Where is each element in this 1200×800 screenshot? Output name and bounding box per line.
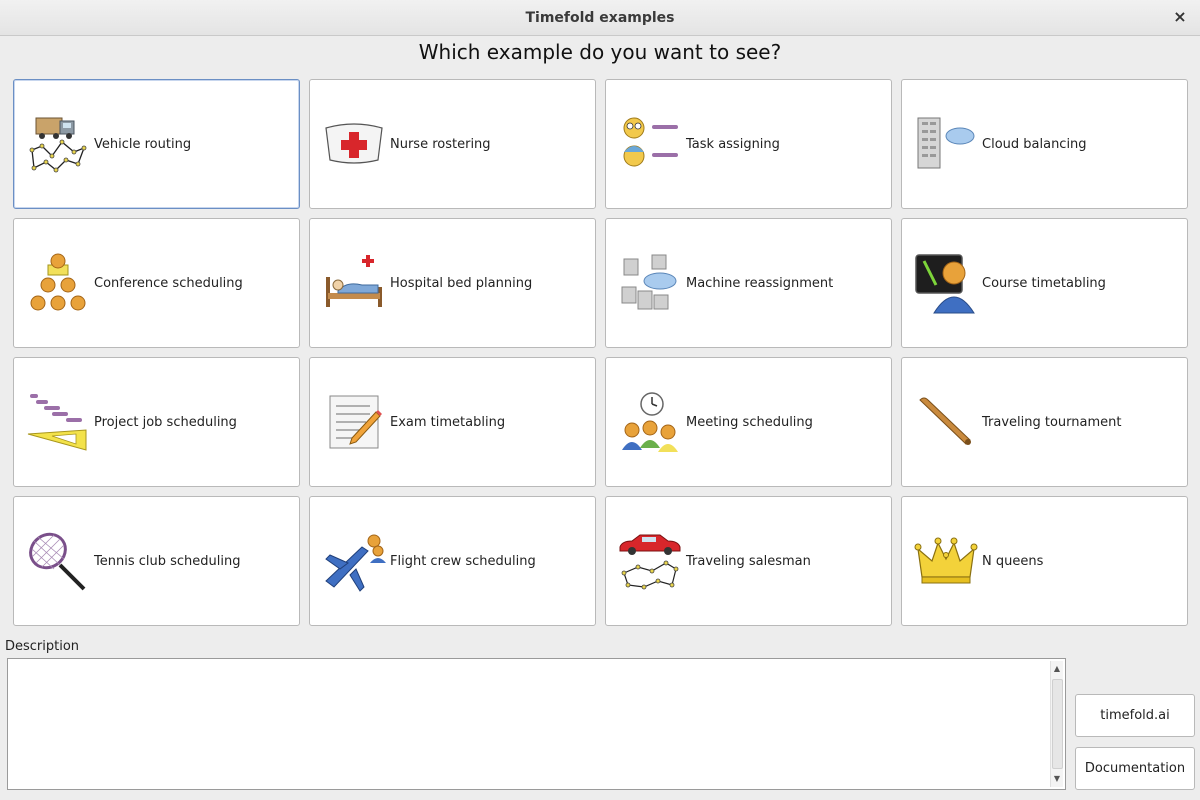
example-tile-task-assigning[interactable]: Task assigning	[605, 79, 892, 209]
nurse-cap-icon	[325, 123, 383, 164]
example-tile-n-queens[interactable]: N queens	[901, 496, 1188, 626]
teacher-blackboard-icon	[915, 254, 975, 314]
description-scrollbar[interactable]: ▲ ▼	[1050, 661, 1063, 787]
servers-cloud-icon	[621, 254, 677, 310]
page-heading: Which example do you want to see?	[418, 40, 782, 64]
airplane-crew-icon	[325, 534, 386, 592]
website-button[interactable]: timefold.ai	[1075, 694, 1195, 737]
example-label: Tennis club scheduling	[94, 553, 241, 569]
example-tile-exam-timetabling[interactable]: Exam timetabling	[309, 357, 596, 487]
example-tile-tennis-club-scheduling[interactable]: Tennis club scheduling	[13, 496, 300, 626]
example-label: Flight crew scheduling	[390, 553, 536, 569]
gantt-ruler-icon	[27, 394, 87, 451]
documentation-button[interactable]: Documentation	[1075, 747, 1195, 790]
example-tile-nurse-rostering[interactable]: Nurse rostering	[309, 79, 596, 209]
example-tile-hospital-bed-planning[interactable]: Hospital bed planning	[309, 218, 596, 348]
example-label: Traveling tournament	[982, 414, 1122, 430]
example-label: Exam timetabling	[390, 414, 506, 430]
example-label: Nurse rostering	[390, 136, 491, 152]
description-label: Description	[5, 639, 80, 654]
server-cloud-icon	[917, 117, 975, 169]
example-label: Vehicle routing	[94, 136, 192, 152]
baseball-bat-icon	[919, 397, 971, 445]
example-tile-traveling-salesman[interactable]: Traveling salesman	[605, 496, 892, 626]
car-route-icon	[619, 534, 681, 590]
example-tile-project-job-scheduling[interactable]: Project job scheduling	[13, 357, 300, 487]
example-tile-meeting-scheduling[interactable]: Meeting scheduling	[605, 357, 892, 487]
example-tile-traveling-tournament[interactable]: Traveling tournament	[901, 357, 1188, 487]
example-tile-vehicle-routing[interactable]: Vehicle routing	[13, 79, 300, 209]
task-people-icon	[623, 117, 678, 167]
example-label: Course timetabling	[982, 275, 1106, 291]
example-label: Cloud balancing	[982, 136, 1087, 152]
crown-icon	[914, 537, 978, 584]
people-pyramid-icon	[30, 253, 86, 311]
scroll-down-arrow-icon[interactable]: ▼	[1051, 773, 1063, 785]
example-tile-flight-crew-scheduling[interactable]: Flight crew scheduling	[309, 496, 596, 626]
example-label: Task assigning	[686, 136, 780, 152]
description-textarea[interactable]: ▲ ▼	[7, 658, 1066, 790]
hospital-bed-icon	[326, 255, 382, 307]
truck-route-icon	[29, 117, 87, 173]
close-icon[interactable]: ×	[1170, 7, 1190, 27]
example-label: Traveling salesman	[686, 553, 811, 569]
example-tile-machine-reassignment[interactable]: Machine reassignment	[605, 218, 892, 348]
example-label: Hospital bed planning	[390, 275, 533, 291]
example-tile-cloud-balancing[interactable]: Cloud balancing	[901, 79, 1188, 209]
title-bar: Timefold examples ×	[0, 0, 1200, 36]
example-label: Project job scheduling	[94, 414, 237, 430]
examples-grid: Vehicle routing Nurse rostering Task ass…	[13, 79, 1188, 626]
example-label: Meeting scheduling	[686, 414, 813, 430]
example-tile-course-timetabling[interactable]: Course timetabling	[901, 218, 1188, 348]
example-label: Conference scheduling	[94, 275, 243, 291]
example-label: Machine reassignment	[686, 275, 834, 291]
exam-paper-pencil-icon	[329, 395, 382, 449]
scroll-thumb[interactable]	[1052, 679, 1063, 769]
scroll-up-arrow-icon[interactable]: ▲	[1051, 663, 1063, 675]
example-tile-conference-scheduling[interactable]: Conference scheduling	[13, 218, 300, 348]
window-title: Timefold examples	[525, 10, 675, 26]
example-label: N queens	[982, 553, 1044, 569]
tennis-racket-icon	[29, 532, 86, 591]
meeting-clock-icon	[622, 392, 678, 452]
